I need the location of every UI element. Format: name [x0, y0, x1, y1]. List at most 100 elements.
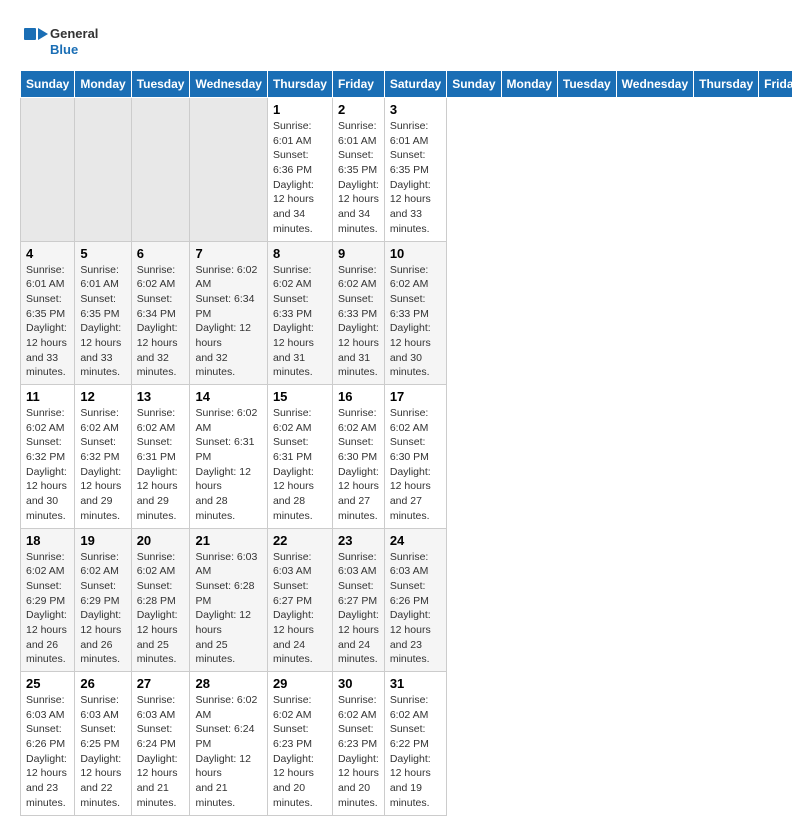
day-info: Sunrise: 6:03 AM Sunset: 6:24 PM Dayligh…: [137, 693, 185, 811]
day-info: Sunrise: 6:02 AM Sunset: 6:33 PM Dayligh…: [273, 263, 327, 381]
day-number: 19: [80, 533, 125, 548]
day-of-week-header: Tuesday: [131, 71, 190, 98]
day-number: 14: [195, 389, 261, 404]
day-number: 11: [26, 389, 69, 404]
day-info: Sunrise: 6:01 AM Sunset: 6:35 PM Dayligh…: [390, 119, 441, 237]
day-info: Sunrise: 6:02 AM Sunset: 6:32 PM Dayligh…: [26, 406, 69, 524]
day-of-week-header: Thursday: [694, 71, 759, 98]
day-info: Sunrise: 6:02 AM Sunset: 6:33 PM Dayligh…: [390, 263, 441, 381]
day-number: 6: [137, 246, 185, 261]
logo-svg: General Blue: [20, 20, 110, 60]
calendar-cell: 22 Sunrise: 6:03 AM Sunset: 6:27 PM Dayli…: [267, 528, 332, 672]
day-number: 25: [26, 676, 69, 691]
day-info: Sunrise: 6:02 AM Sunset: 6:31 PM Dayligh…: [273, 406, 327, 524]
day-number: 7: [195, 246, 261, 261]
day-of-week-header: Sunday: [21, 71, 75, 98]
day-of-week-header: Wednesday: [190, 71, 267, 98]
day-number: 27: [137, 676, 185, 691]
calendar-cell: 4Sunrise: 6:01 AM Sunset: 6:35 PM Daylig…: [21, 241, 75, 385]
calendar-cell: 13 Sunrise: 6:02 AM Sunset: 6:31 PM Dayli…: [131, 385, 190, 529]
calendar-week-row: 4Sunrise: 6:01 AM Sunset: 6:35 PM Daylig…: [21, 241, 792, 385]
day-info: Sunrise: 6:03 AM Sunset: 6:25 PM Dayligh…: [80, 693, 125, 811]
calendar-cell: 5 Sunrise: 6:01 AM Sunset: 6:35 PM Daylig…: [75, 241, 131, 385]
day-number: 20: [137, 533, 185, 548]
logo: General Blue: [20, 20, 110, 60]
day-number: 26: [80, 676, 125, 691]
calendar-cell: 10 Sunrise: 6:02 AM Sunset: 6:33 PM Dayli…: [384, 241, 446, 385]
day-info: Sunrise: 6:01 AM Sunset: 6:35 PM Dayligh…: [338, 119, 379, 237]
day-info: Sunrise: 6:03 AM Sunset: 6:26 PM Dayligh…: [390, 550, 441, 668]
day-number: 28: [195, 676, 261, 691]
day-info: Sunrise: 6:03 AM Sunset: 6:28 PM Dayligh…: [195, 550, 261, 668]
day-number: 23: [338, 533, 379, 548]
svg-text:General: General: [50, 26, 98, 41]
day-of-week-header: Monday: [75, 71, 131, 98]
calendar-cell: 1 Sunrise: 6:01 AM Sunset: 6:36 PM Daylig…: [267, 98, 332, 242]
day-info: Sunrise: 6:02 AM Sunset: 6:33 PM Dayligh…: [338, 263, 379, 381]
day-info: Sunrise: 6:02 AM Sunset: 6:22 PM Dayligh…: [390, 693, 441, 811]
day-info: Sunrise: 6:03 AM Sunset: 6:26 PM Dayligh…: [26, 693, 69, 811]
calendar-cell: 20 Sunrise: 6:02 AM Sunset: 6:28 PM Dayli…: [131, 528, 190, 672]
day-number: 13: [137, 389, 185, 404]
calendar-week-row: 18 Sunrise: 6:02 AM Sunset: 6:29 PM Dayli…: [21, 528, 792, 672]
calendar-cell: 14Sunrise: 6:02 AM Sunset: 6:31 PM Dayli…: [190, 385, 267, 529]
day-number: 22: [273, 533, 327, 548]
calendar-cell: [190, 98, 267, 242]
page-header: General Blue: [20, 20, 772, 60]
day-number: 10: [390, 246, 441, 261]
calendar-cell: 27 Sunrise: 6:03 AM Sunset: 6:24 PM Dayli…: [131, 672, 190, 816]
calendar-cell: 6Sunrise: 6:02 AM Sunset: 6:34 PM Daylig…: [131, 241, 190, 385]
day-number: 18: [26, 533, 69, 548]
day-of-week-header: Sunday: [447, 71, 501, 98]
day-info: Sunrise: 6:01 AM Sunset: 6:36 PM Dayligh…: [273, 119, 327, 237]
day-info: Sunrise: 6:02 AM Sunset: 6:23 PM Dayligh…: [338, 693, 379, 811]
calendar-week-row: 25 Sunrise: 6:03 AM Sunset: 6:26 PM Dayli…: [21, 672, 792, 816]
calendar-cell: 2 Sunrise: 6:01 AM Sunset: 6:35 PM Daylig…: [332, 98, 384, 242]
calendar-cell: 31 Sunrise: 6:02 AM Sunset: 6:22 PM Dayli…: [384, 672, 446, 816]
day-of-week-header: Tuesday: [557, 71, 616, 98]
day-of-week-header: Thursday: [267, 71, 332, 98]
calendar-cell: 8Sunrise: 6:02 AM Sunset: 6:33 PM Daylig…: [267, 241, 332, 385]
day-of-week-header: Wednesday: [616, 71, 693, 98]
day-info: Sunrise: 6:03 AM Sunset: 6:27 PM Dayligh…: [273, 550, 327, 668]
day-info: Sunrise: 6:02 AM Sunset: 6:23 PM Dayligh…: [273, 693, 327, 811]
day-info: Sunrise: 6:02 AM Sunset: 6:34 PM Dayligh…: [195, 263, 261, 381]
calendar-cell: 23 Sunrise: 6:03 AM Sunset: 6:27 PM Dayli…: [332, 528, 384, 672]
day-info: Sunrise: 6:02 AM Sunset: 6:31 PM Dayligh…: [137, 406, 185, 524]
day-of-week-header: Friday: [759, 71, 792, 98]
day-number: 29: [273, 676, 327, 691]
day-info: Sunrise: 6:02 AM Sunset: 6:32 PM Dayligh…: [80, 406, 125, 524]
calendar-cell: 19Sunrise: 6:02 AM Sunset: 6:29 PM Dayli…: [75, 528, 131, 672]
day-number: 31: [390, 676, 441, 691]
day-info: Sunrise: 6:02 AM Sunset: 6:30 PM Dayligh…: [390, 406, 441, 524]
day-number: 12: [80, 389, 125, 404]
day-number: 15: [273, 389, 327, 404]
calendar-cell: 26 Sunrise: 6:03 AM Sunset: 6:25 PM Dayli…: [75, 672, 131, 816]
day-info: Sunrise: 6:03 AM Sunset: 6:27 PM Dayligh…: [338, 550, 379, 668]
calendar-cell: [21, 98, 75, 242]
day-number: 16: [338, 389, 379, 404]
calendar-cell: 15 Sunrise: 6:02 AM Sunset: 6:31 PM Dayli…: [267, 385, 332, 529]
day-number: 9: [338, 246, 379, 261]
day-info: Sunrise: 6:01 AM Sunset: 6:35 PM Dayligh…: [80, 263, 125, 381]
day-info: Sunrise: 6:02 AM Sunset: 6:28 PM Dayligh…: [137, 550, 185, 668]
calendar-cell: 3Sunrise: 6:01 AM Sunset: 6:35 PM Daylig…: [384, 98, 446, 242]
day-number: 5: [80, 246, 125, 261]
day-number: 21: [195, 533, 261, 548]
calendar-cell: 11 Sunrise: 6:02 AM Sunset: 6:32 PM Dayli…: [21, 385, 75, 529]
day-info: Sunrise: 6:02 AM Sunset: 6:29 PM Dayligh…: [26, 550, 69, 668]
day-of-week-header: Saturday: [384, 71, 446, 98]
calendar-cell: 9 Sunrise: 6:02 AM Sunset: 6:33 PM Daylig…: [332, 241, 384, 385]
day-number: 30: [338, 676, 379, 691]
calendar-week-row: 11 Sunrise: 6:02 AM Sunset: 6:32 PM Dayli…: [21, 385, 792, 529]
day-number: 2: [338, 102, 379, 117]
calendar-cell: 24Sunrise: 6:03 AM Sunset: 6:26 PM Dayli…: [384, 528, 446, 672]
svg-text:Blue: Blue: [50, 42, 78, 57]
calendar-table: SundayMondayTuesdayWednesdayThursdayFrid…: [20, 70, 792, 816]
day-number: 17: [390, 389, 441, 404]
calendar-header-row: SundayMondayTuesdayWednesdayThursdayFrid…: [21, 71, 792, 98]
day-number: 1: [273, 102, 327, 117]
calendar-cell: 21 Sunrise: 6:03 AM Sunset: 6:28 PM Dayli…: [190, 528, 267, 672]
calendar-week-row: 1 Sunrise: 6:01 AM Sunset: 6:36 PM Daylig…: [21, 98, 792, 242]
day-info: Sunrise: 6:01 AM Sunset: 6:35 PM Dayligh…: [26, 263, 69, 381]
